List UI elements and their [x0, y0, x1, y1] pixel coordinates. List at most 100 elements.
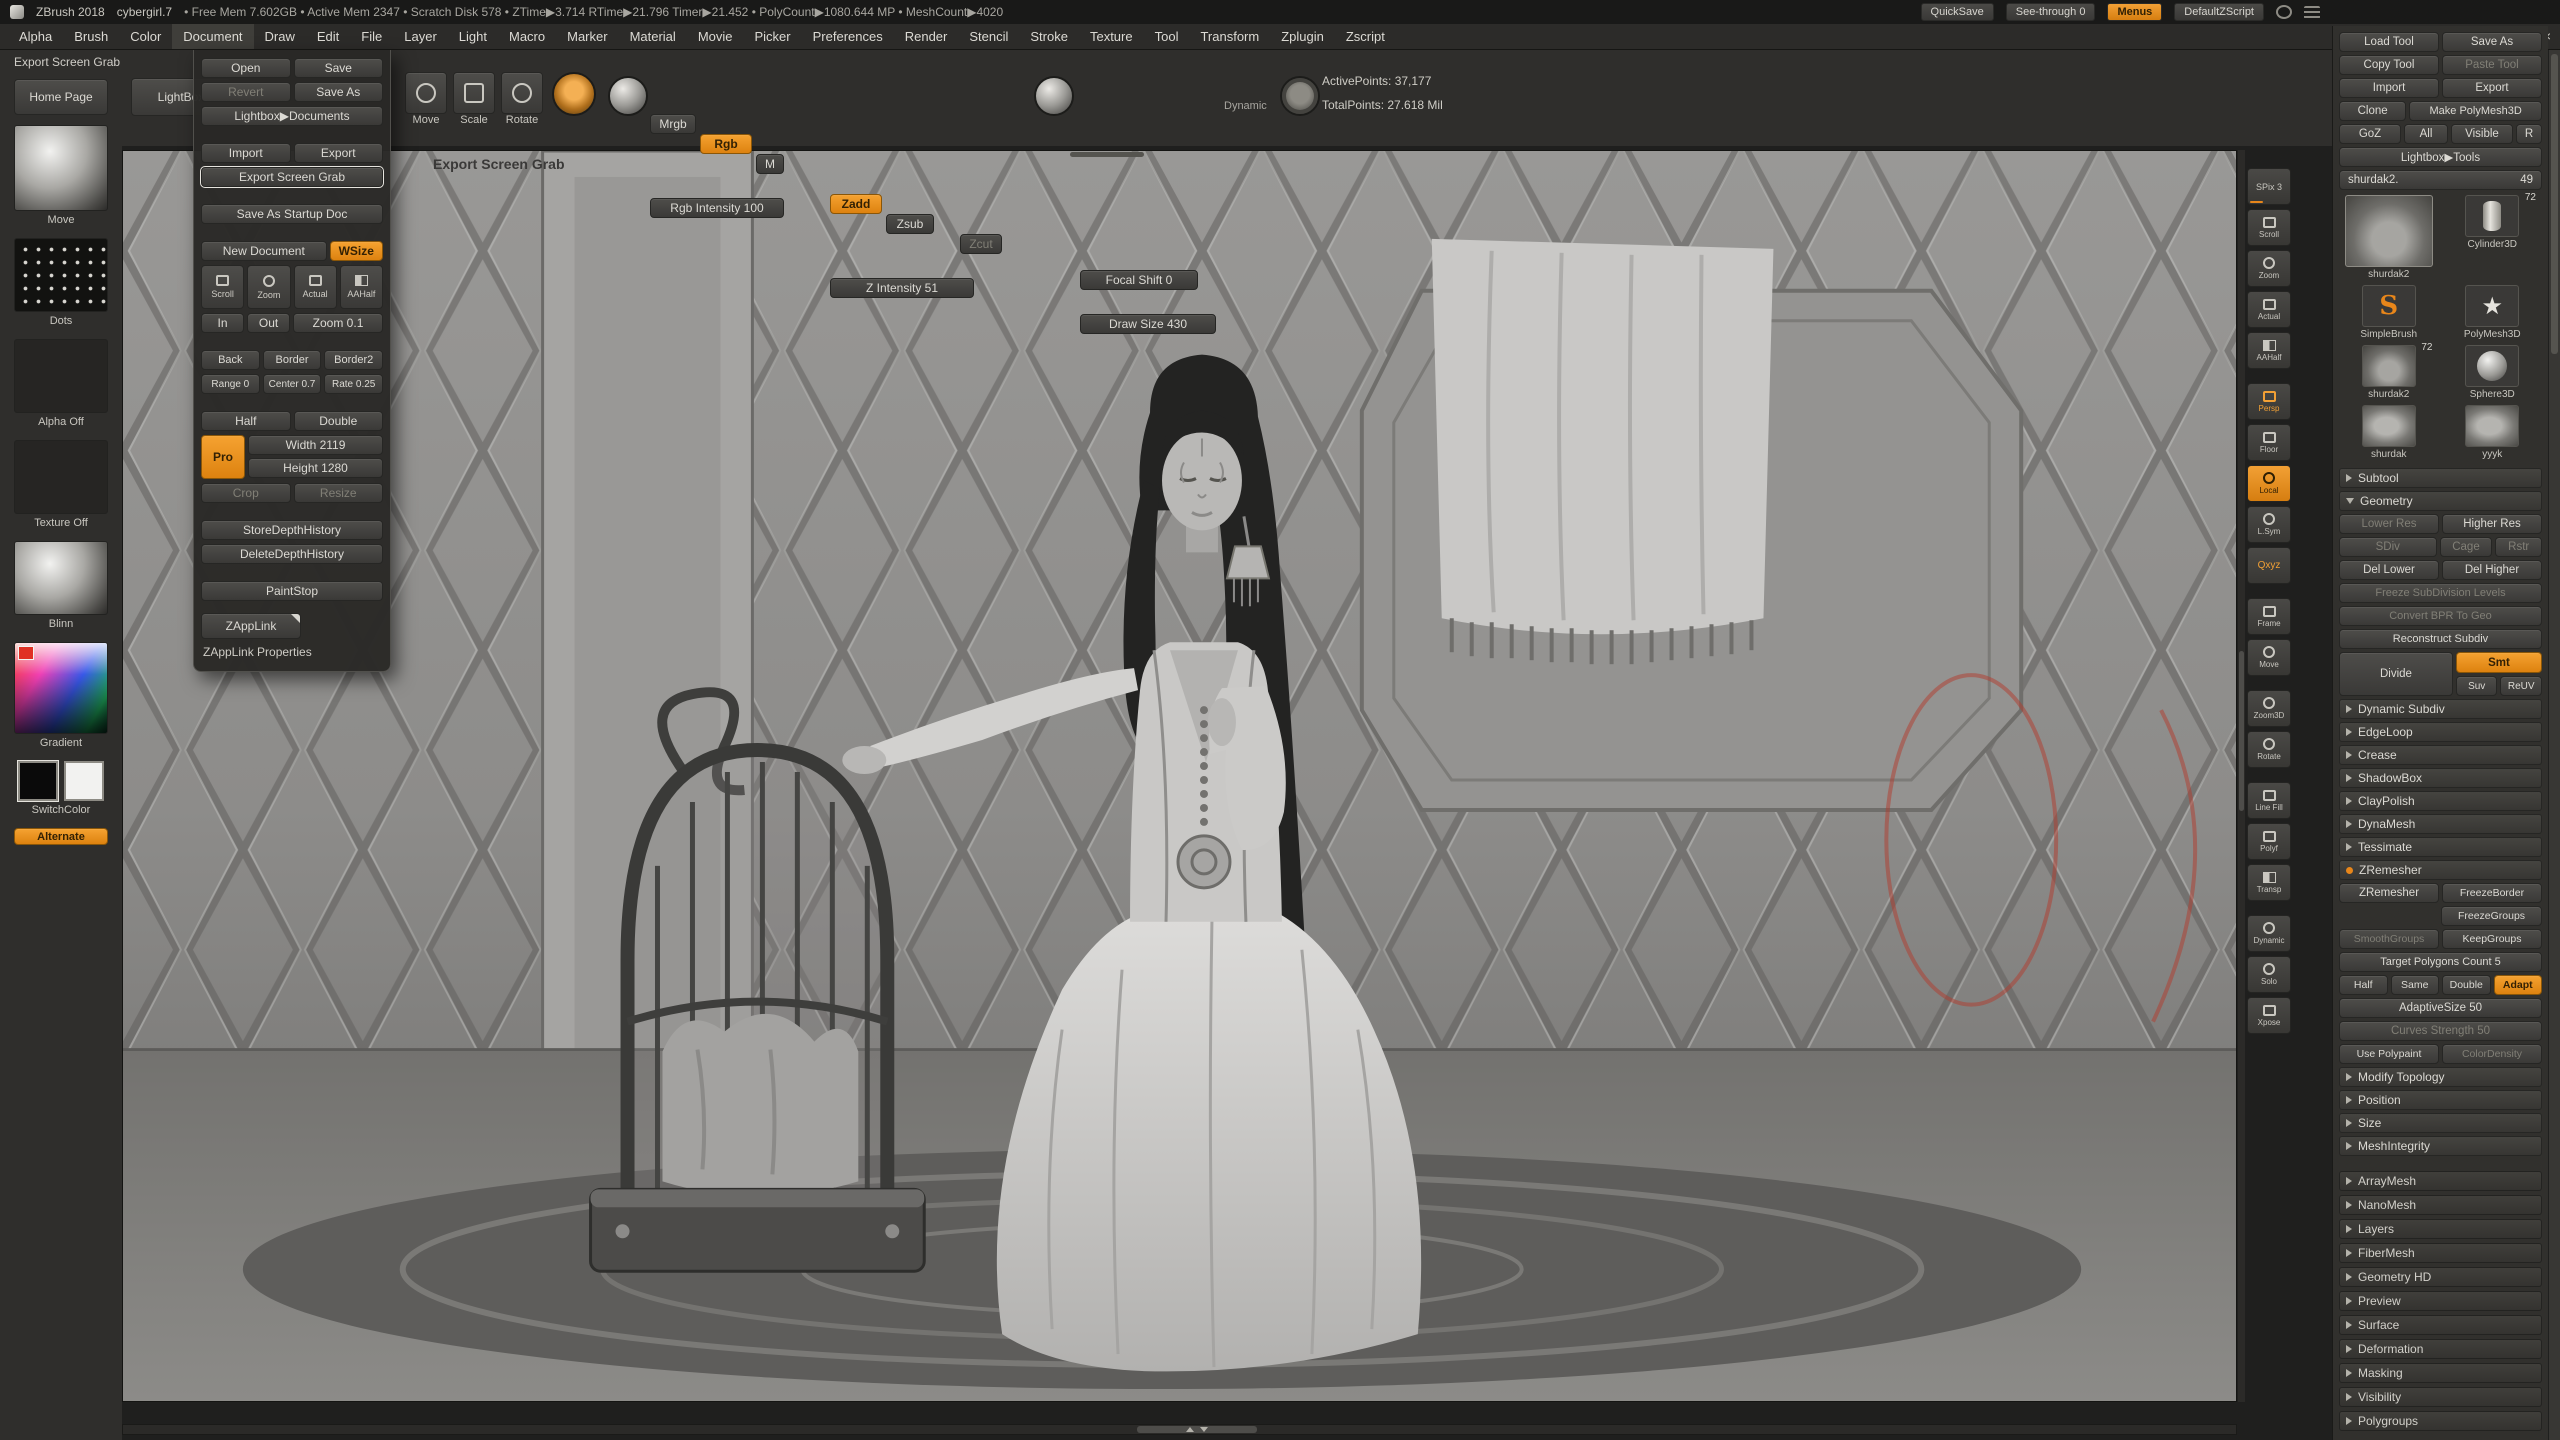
fibermesh-section[interactable]: FiberMesh — [2339, 1243, 2542, 1263]
panel-scroll-handle[interactable] — [2551, 54, 2558, 354]
doc-aahalf-button[interactable]: AAHalf — [340, 265, 383, 309]
lightbox-tools-button[interactable]: Lightbox▶Tools — [2339, 147, 2542, 167]
keep-groups-toggle[interactable]: KeepGroups — [2442, 929, 2542, 949]
default-zscript-button[interactable]: DefaultZScript — [2174, 3, 2264, 21]
doc-zapplink-button[interactable]: ZAppLink — [201, 613, 301, 639]
doc-crop-button[interactable]: Crop — [201, 483, 291, 503]
smt-toggle[interactable]: Smt — [2456, 652, 2542, 673]
reuv-button[interactable]: ReUV — [2500, 676, 2542, 696]
tool-thumb-yyyk[interactable] — [2465, 405, 2519, 447]
menu-tool[interactable]: Tool — [1144, 24, 1190, 49]
subtool-section[interactable]: Subtool — [2339, 468, 2542, 488]
copy-tool-button[interactable]: Copy Tool — [2339, 55, 2439, 75]
make-polymesh3d-button[interactable]: Make PolyMesh3D — [2409, 101, 2542, 121]
move-gyro-button[interactable] — [405, 72, 447, 114]
zremesher-button[interactable]: ZRemesher — [2339, 883, 2439, 903]
brush-icon[interactable] — [552, 72, 596, 116]
doc-wsize-button[interactable]: WSize — [330, 241, 383, 261]
doc-actual-button[interactable]: Actual — [294, 265, 337, 309]
doc-zapplink-properties-label[interactable]: ZAppLink Properties — [201, 643, 383, 661]
dynamic-subdiv-section[interactable]: Dynamic Subdiv — [2339, 699, 2542, 719]
doc-delete-depth-button[interactable]: DeleteDepthHistory — [201, 544, 383, 564]
sliders-icon[interactable] — [2304, 6, 2320, 19]
load-tool-button[interactable]: Load Tool — [2339, 32, 2439, 52]
zremesher-section[interactable]: ZRemesher — [2339, 860, 2542, 880]
nanomesh-section[interactable]: NanoMesh — [2339, 1195, 2542, 1215]
tool-thumb-shurdak2-b[interactable] — [2362, 345, 2416, 387]
convert-bpr-button[interactable]: Convert BPR To Geo — [2339, 606, 2542, 626]
doc-lightbox-documents-button[interactable]: Lightbox▶Documents — [201, 106, 383, 126]
divide-button[interactable]: Divide — [2339, 652, 2453, 696]
lower-res-button[interactable]: Lower Res — [2339, 514, 2439, 534]
alpha-thumbnail[interactable] — [14, 339, 108, 413]
doc-border-button[interactable]: Border — [263, 350, 322, 370]
suv-button[interactable]: Suv — [2456, 676, 2498, 696]
menus-button[interactable]: Menus — [2107, 3, 2162, 21]
menu-draw[interactable]: Draw — [254, 24, 306, 49]
claypolish-section[interactable]: ClayPolish — [2339, 791, 2542, 811]
rgb-intensity-slider[interactable]: Rgb Intensity 100 — [650, 198, 784, 218]
crease-section[interactable]: Crease — [2339, 745, 2542, 765]
secondary-color-swatch[interactable] — [64, 761, 104, 801]
smooth-groups-toggle[interactable]: SmoothGroups — [2339, 929, 2439, 949]
tool-import-button[interactable]: Import — [2339, 78, 2439, 98]
menu-zscript[interactable]: Zscript — [1335, 24, 1396, 49]
xpose-button[interactable]: Xpose — [2247, 997, 2291, 1034]
freeze-border-toggle[interactable]: FreezeBorder — [2442, 883, 2542, 903]
freeze-groups-toggle[interactable]: FreezeGroups — [2441, 906, 2542, 926]
focal-shift-slider[interactable]: Focal Shift 0 — [1080, 270, 1198, 290]
curves-strength-slider[interactable]: Curves Strength 50 — [2339, 1021, 2542, 1041]
tessimate-section[interactable]: Tessimate — [2339, 837, 2542, 857]
rstr-button[interactable]: Rstr — [2495, 537, 2542, 557]
goz-button[interactable]: GoZ — [2339, 124, 2401, 144]
menu-picker[interactable]: Picker — [744, 24, 802, 49]
surface-section[interactable]: Surface — [2339, 1315, 2542, 1335]
geometry-hd-section[interactable]: Geometry HD — [2339, 1267, 2542, 1287]
sdiv-slider[interactable]: SDiv — [2339, 537, 2437, 557]
material-circle-icon[interactable] — [2276, 5, 2292, 19]
doc-resize-button[interactable]: Resize — [294, 483, 384, 503]
hscroll-handle[interactable] — [1137, 1426, 1257, 1433]
menu-color[interactable]: Color — [119, 24, 172, 49]
transp-toggle[interactable]: Transp — [2247, 864, 2291, 901]
z-intensity-slider[interactable]: Z Intensity 51 — [830, 278, 974, 298]
aahalf-button[interactable]: AAHalf — [2247, 332, 2291, 369]
doc-store-depth-button[interactable]: StoreDepthHistory — [201, 520, 383, 540]
size-section[interactable]: Size — [2339, 1113, 2542, 1133]
move-gyro-strip-button[interactable]: Move — [2247, 639, 2291, 676]
dynamic-toggle[interactable]: Dynamic — [2247, 915, 2291, 952]
zoom-button[interactable]: Zoom — [2247, 250, 2291, 287]
edgeloop-section[interactable]: EdgeLoop — [2339, 722, 2542, 742]
current-brush-thumbnail[interactable] — [14, 125, 108, 211]
doc-pro-toggle[interactable]: Pro — [201, 435, 245, 479]
adaptive-size-slider[interactable]: AdaptiveSize 50 — [2339, 998, 2542, 1018]
focal-icon[interactable] — [1034, 76, 1074, 116]
menu-stroke[interactable]: Stroke — [1019, 24, 1079, 49]
preview-section[interactable]: Preview — [2339, 1291, 2542, 1311]
doc-zoom-button[interactable]: Zoom — [247, 265, 290, 309]
doc-range-slider[interactable]: Range 0 — [201, 374, 260, 394]
doc-half-button[interactable]: Half — [201, 411, 291, 431]
menu-light[interactable]: Light — [448, 24, 498, 49]
material-thumbnail[interactable] — [14, 541, 108, 615]
polygroups-section[interactable]: Polygroups — [2339, 1411, 2542, 1431]
clone-button[interactable]: Clone — [2339, 101, 2406, 121]
solo-toggle[interactable]: Solo — [2247, 956, 2291, 993]
menu-edit[interactable]: Edit — [306, 24, 350, 49]
tool-item[interactable]: Sphere3D — [2445, 345, 2541, 400]
menu-movie[interactable]: Movie — [687, 24, 744, 49]
goz-r-button[interactable]: R — [2516, 124, 2542, 144]
sculpt-viewport[interactable]: Export Screen Grab — [122, 150, 2237, 1402]
deformation-section[interactable]: Deformation — [2339, 1339, 2542, 1359]
menu-preferences[interactable]: Preferences — [802, 24, 894, 49]
masking-section[interactable]: Masking — [2339, 1363, 2542, 1383]
qxyz-button[interactable]: Qxyz — [2247, 547, 2291, 584]
tool-export-button[interactable]: Export — [2442, 78, 2542, 98]
goz-visible-button[interactable]: Visible — [2451, 124, 2513, 144]
doc-paintstop-button[interactable]: PaintStop — [201, 581, 383, 601]
adapt-toggle[interactable]: Adapt — [2494, 975, 2543, 995]
zadd-toggle[interactable]: Zadd — [830, 194, 882, 214]
home-page-button[interactable]: Home Page — [14, 79, 108, 115]
doc-width-slider[interactable]: Width 2119 — [248, 435, 383, 455]
doc-revert-button[interactable]: Revert — [201, 82, 291, 102]
